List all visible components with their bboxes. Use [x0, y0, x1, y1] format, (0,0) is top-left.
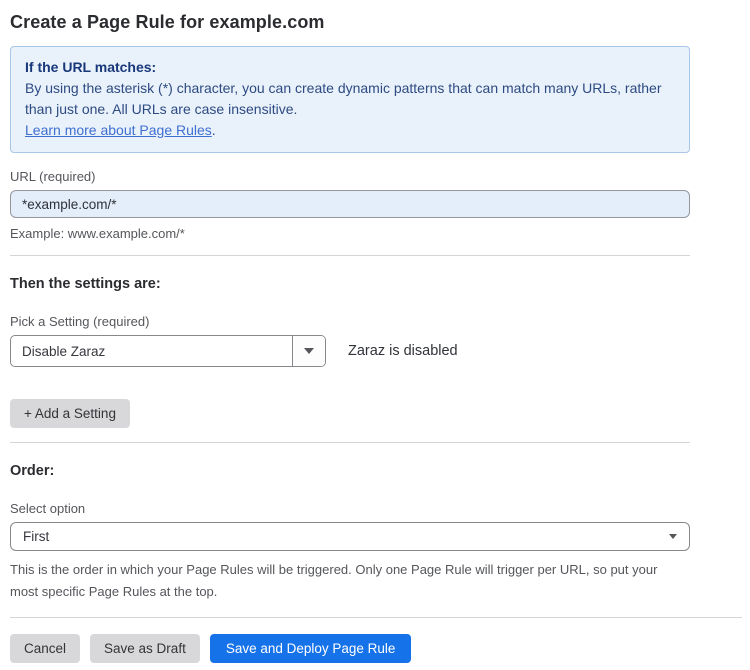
setting-select-value: Disable Zaraz — [11, 336, 292, 366]
footer-actions: Cancel Save as Draft Save and Deploy Pag… — [10, 634, 750, 663]
order-select[interactable]: First — [10, 522, 690, 551]
pick-setting-label: Pick a Setting (required) — [10, 314, 750, 329]
order-help-text: This is the order in which your Page Rul… — [10, 559, 682, 603]
url-field-label: URL (required) — [10, 169, 750, 184]
save-and-deploy-button[interactable]: Save and Deploy Page Rule — [210, 634, 412, 663]
setting-select-arrow-button[interactable] — [292, 336, 325, 366]
learn-more-link[interactable]: Learn more about Page Rules — [25, 122, 212, 138]
footer-divider — [10, 617, 742, 618]
section-divider — [10, 255, 690, 256]
info-box-heading: If the URL matches: — [25, 57, 675, 78]
setting-select[interactable]: Disable Zaraz — [10, 335, 326, 367]
setting-row: Disable Zaraz Zaraz is disabled — [10, 335, 750, 367]
order-section-heading: Order: — [10, 463, 750, 479]
add-setting-button[interactable]: + Add a Setting — [10, 399, 130, 428]
order-select-value: First — [23, 529, 669, 544]
caret-down-icon — [669, 534, 677, 539]
url-example-text: Example: www.example.com/* — [10, 226, 750, 241]
order-select-label: Select option — [10, 501, 750, 516]
settings-section-heading: Then the settings are: — [10, 276, 750, 292]
info-box-link-line: Learn more about Page Rules. — [25, 120, 675, 141]
url-input[interactable] — [10, 190, 690, 218]
link-period: . — [212, 122, 216, 138]
info-box-body: By using the asterisk (*) character, you… — [25, 78, 675, 120]
section-divider — [10, 442, 690, 443]
url-match-info-box: If the URL matches: By using the asteris… — [10, 46, 690, 153]
save-as-draft-button[interactable]: Save as Draft — [90, 634, 200, 663]
cancel-button[interactable]: Cancel — [10, 634, 80, 663]
page-title: Create a Page Rule for example.com — [10, 12, 750, 33]
page-rule-form: Create a Page Rule for example.com If th… — [0, 0, 750, 663]
setting-status-text: Zaraz is disabled — [348, 343, 458, 359]
caret-down-icon — [304, 348, 314, 354]
